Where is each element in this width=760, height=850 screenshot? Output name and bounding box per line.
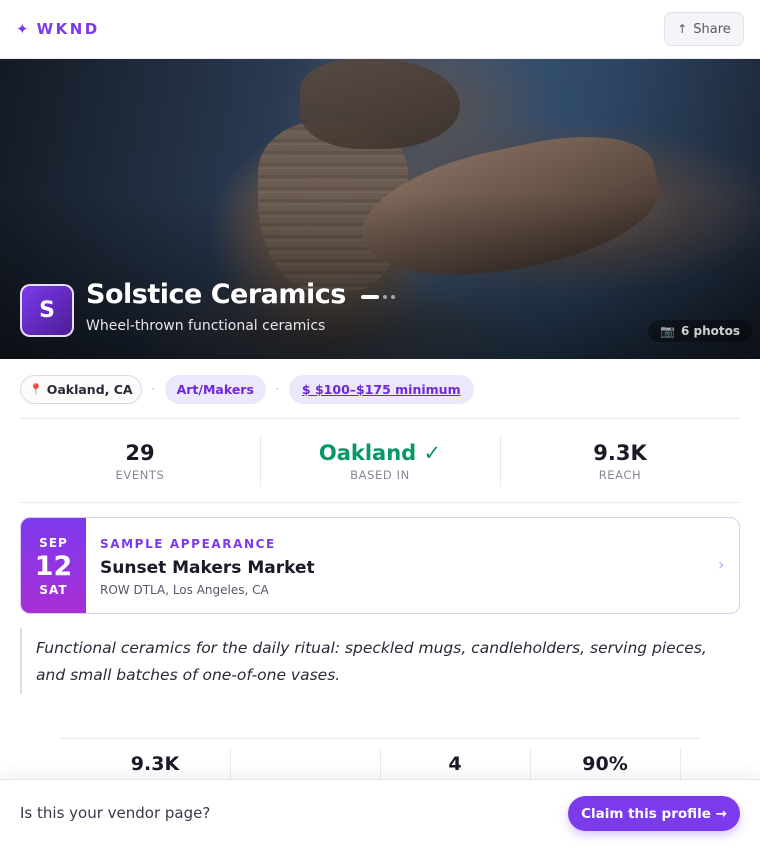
stat-label: EVENTS xyxy=(115,467,165,482)
event-month: SEP xyxy=(39,536,68,550)
lower-stats-row: 9.3K 4 90% xyxy=(60,738,700,785)
hero-gradient-overlay xyxy=(0,59,760,359)
price-tag[interactable]: $ $100–$175 minimum xyxy=(288,374,474,404)
claim-profile-button[interactable]: Claim this profile → xyxy=(568,796,740,831)
claim-bar: Is this your vendor page? Claim this pro… xyxy=(0,779,760,850)
sample-event-card[interactable]: SEP 12 SAT SAMPLE APPEARANCE Sunset Make… xyxy=(20,517,740,614)
carousel-indicator xyxy=(361,295,395,299)
share-label: Share xyxy=(693,21,731,37)
photos-count-button[interactable]: 📷 6 photos xyxy=(648,320,752,342)
vendor-tagline: Wheel-thrown functional ceramics xyxy=(86,318,326,334)
vendor-avatar: S xyxy=(20,284,74,337)
stat-value: 29 xyxy=(125,440,155,465)
map-pin-icon: 📍 xyxy=(29,382,43,396)
event-date-block: SEP 12 SAT xyxy=(21,518,86,613)
stats-row: 29 EVENTS Oakland ✓ BASED IN 9.3K REACH xyxy=(20,418,740,503)
brand-logo[interactable]: ✦ WKND xyxy=(16,19,100,39)
stat-label: BASED IN xyxy=(350,467,410,482)
location-tag[interactable]: 📍 Oakland, CA xyxy=(20,374,142,404)
stat-value: 9.3K xyxy=(593,440,647,465)
stat-events: 29 EVENTS xyxy=(20,419,260,502)
vendor-description: Functional ceramics for the daily ritual… xyxy=(20,628,710,694)
event-name: Sunset Makers Market xyxy=(100,558,315,578)
stat-based-in: Oakland ✓ BASED IN xyxy=(260,419,500,502)
hero-banner[interactable]: S Solstice Ceramics Wheel-thrown functio… xyxy=(0,59,760,359)
carousel-dot[interactable] xyxy=(383,295,387,299)
claim-question: Is this your vendor page? xyxy=(20,804,211,822)
carousel-dot[interactable] xyxy=(391,295,395,299)
vendor-tags: 📍 Oakland, CA · Art/Makers · $ $100–$175… xyxy=(20,374,474,404)
share-icon: ↑ xyxy=(677,22,688,36)
tag-separator: · xyxy=(151,382,155,396)
event-venue: ROW DTLA, Los Angeles, CA xyxy=(100,583,269,597)
top-bar: ✦ WKND ↑ Share xyxy=(0,0,760,59)
event-day: 12 xyxy=(34,551,73,582)
event-kicker: SAMPLE APPEARANCE xyxy=(100,537,276,551)
camera-icon: 📷 xyxy=(660,324,675,338)
chevron-right-icon: › xyxy=(718,555,725,574)
stat-label: REACH xyxy=(598,467,642,482)
stat-value: Oakland ✓ xyxy=(318,440,442,465)
location-label: Oakland, CA xyxy=(46,381,133,397)
share-button[interactable]: ↑ Share xyxy=(664,12,744,46)
vendor-name: Solstice Ceramics xyxy=(86,279,346,310)
tag-separator: · xyxy=(275,382,280,396)
stat-reach: 9.3K REACH xyxy=(500,419,740,502)
carousel-dot[interactable] xyxy=(361,295,379,299)
category-tag[interactable]: Art/Makers xyxy=(164,374,266,404)
sparkle-icon: ✦ xyxy=(16,20,29,38)
photos-count-label: 6 photos xyxy=(680,324,740,338)
brand-name: WKND xyxy=(36,20,100,38)
event-weekday: SAT xyxy=(39,583,68,597)
